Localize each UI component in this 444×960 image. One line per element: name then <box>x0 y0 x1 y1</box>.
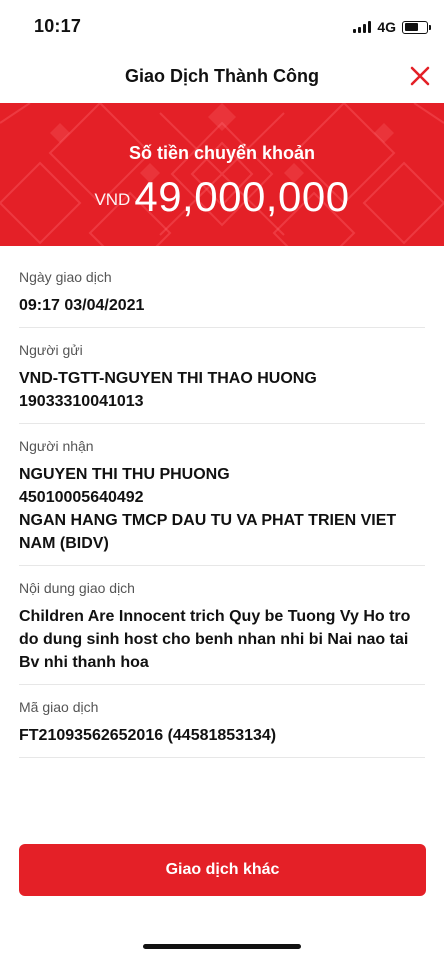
field-transaction-id: Mã giao dịch FT21093562652016 (445818531… <box>19 685 425 758</box>
transaction-details: Ngày giao dịch 09:17 03/04/2021 Người gử… <box>19 255 425 758</box>
field-value: 09:17 03/04/2021 <box>19 294 425 317</box>
description-value: Children Are Innocent trich Quy be Tuong… <box>19 608 411 671</box>
field-label: Mã giao dịch <box>19 699 99 715</box>
recipient-name: NGUYEN THI THU PHUONG <box>19 466 230 483</box>
page-title: Giao Dịch Thành Công <box>125 66 319 86</box>
status-time: 10:17 <box>34 16 82 36</box>
field-value: VND-TGTT-NGUYEN THI THAO HUONG 190333100… <box>19 367 425 413</box>
home-indicator[interactable] <box>143 944 301 949</box>
recipient-bank: NGAN HANG TMCP DAU TU VA PHAT TRIEN VIET… <box>19 512 397 552</box>
field-description: Nội dung giao dịch Children Are Innocent… <box>19 566 425 685</box>
nav-bar: Giao Dịch Thành Công <box>0 54 444 100</box>
signal-icon <box>353 21 372 33</box>
transaction-id-value: FT21093562652016 (44581853134) <box>19 727 277 744</box>
recipient-account: 45010005640492 <box>19 489 144 506</box>
field-label: Người nhận <box>19 438 94 454</box>
field-value: NGUYEN THI THU PHUONG 45010005640492 NGA… <box>19 463 425 555</box>
transaction-date-value: 09:17 03/04/2021 <box>19 297 145 314</box>
battery-icon <box>402 20 431 34</box>
new-transaction-button[interactable]: Giao dịch khác <box>19 844 426 896</box>
field-sender: Người gửi VND-TGTT-NGUYEN THI THAO HUONG… <box>19 328 425 424</box>
field-value: Children Are Innocent trich Quy be Tuong… <box>19 605 425 674</box>
network-type: 4G <box>377 19 396 35</box>
status-bar: 10:17 4G <box>0 0 444 54</box>
close-icon[interactable] <box>408 64 432 88</box>
field-label: Người gửi <box>19 342 83 358</box>
field-transaction-date: Ngày giao dịch 09:17 03/04/2021 <box>19 255 425 328</box>
sender-name: VND-TGTT-NGUYEN THI THAO HUONG <box>19 370 317 387</box>
sender-account: 19033310041013 <box>19 393 144 410</box>
amount-banner: Số tiền chuyển khoản VND49,000,000 <box>0 103 444 246</box>
status-icons: 4G <box>353 19 431 35</box>
field-label: Nội dung giao dịch <box>19 580 135 596</box>
currency-code: VND <box>94 190 131 209</box>
amount-row: VND49,000,000 <box>0 173 444 221</box>
amount-label: Số tiền chuyển khoản <box>128 143 316 163</box>
transfer-amount: 49,000,000 <box>134 173 350 220</box>
field-recipient: Người nhận NGUYEN THI THU PHUONG 4501000… <box>19 424 425 566</box>
field-label: Ngày giao dịch <box>19 269 112 285</box>
field-value: FT21093562652016 (44581853134) <box>19 724 425 747</box>
